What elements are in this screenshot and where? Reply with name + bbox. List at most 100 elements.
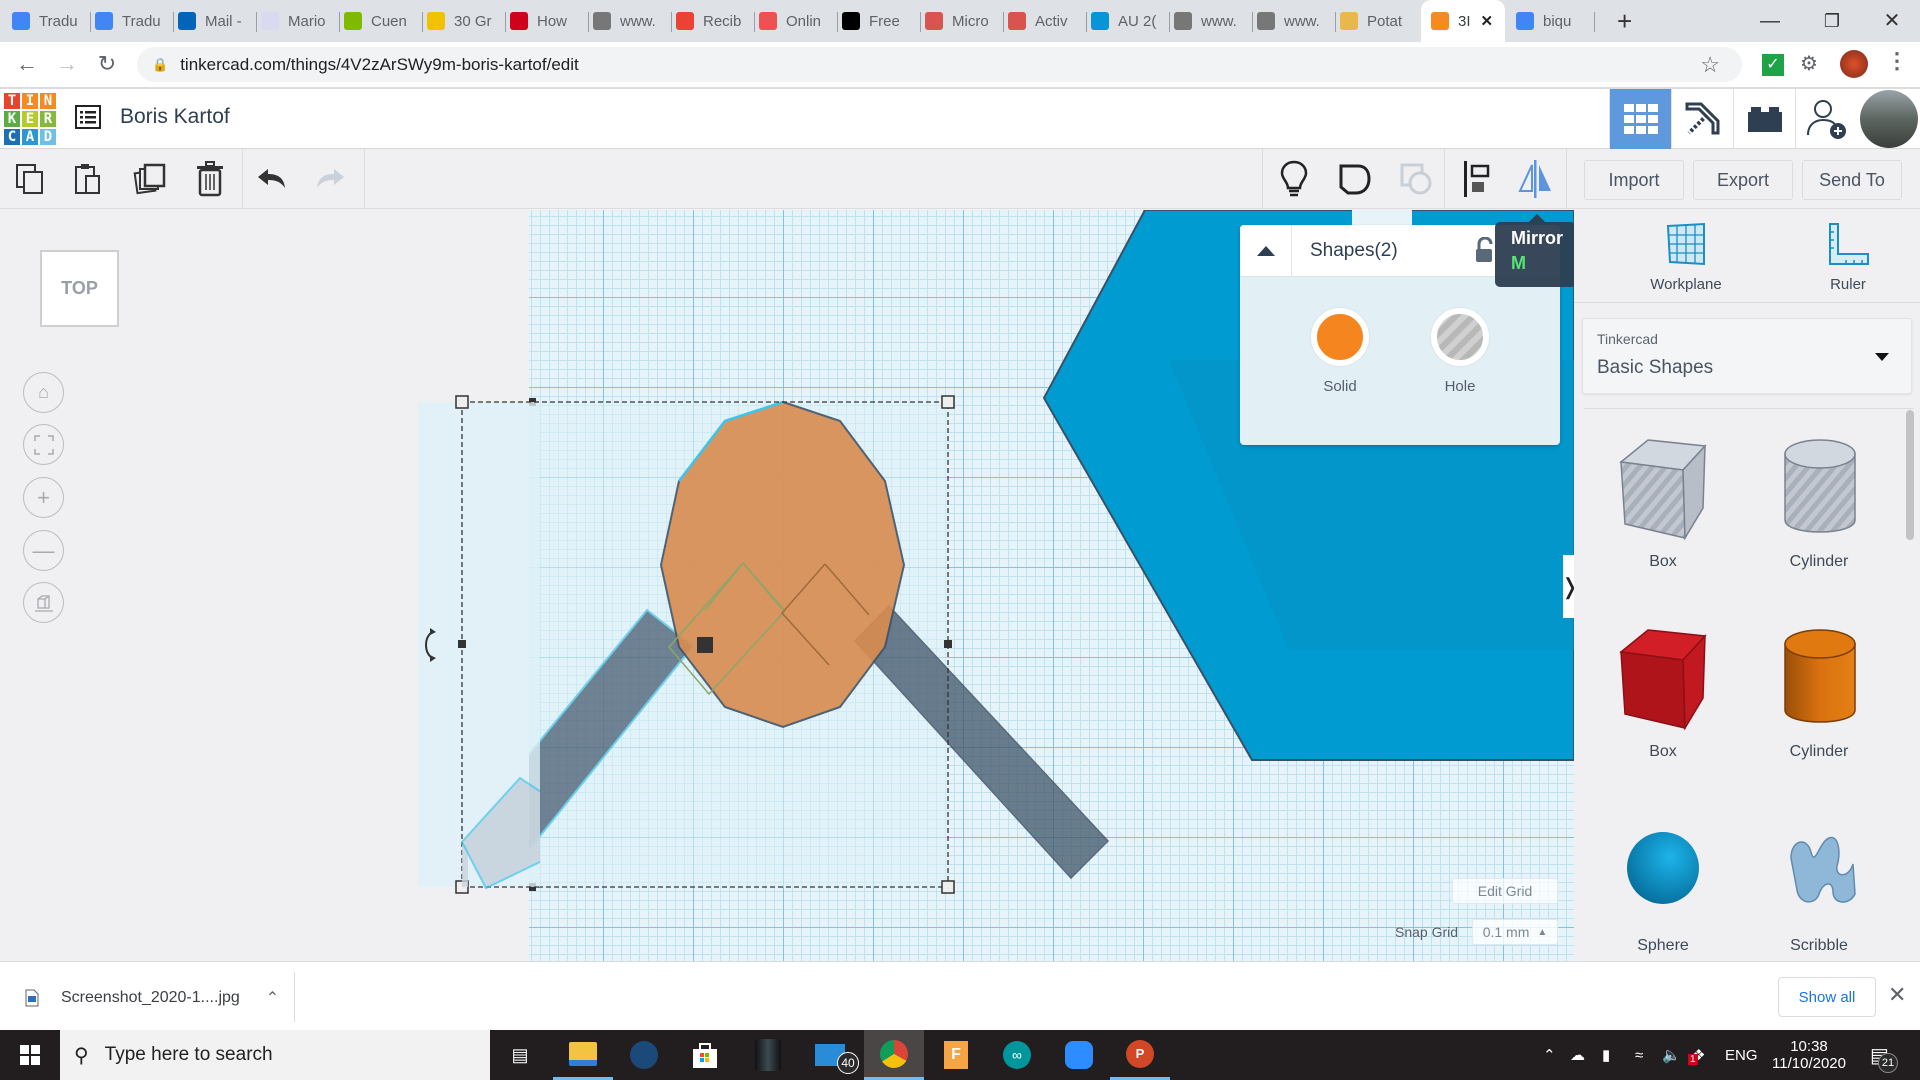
shape-cylinder-solid[interactable]: Cylinder (1754, 622, 1884, 761)
download-item[interactable]: Screenshot_2020-1....jpg ⌃ (25, 988, 279, 1008)
browser-tab[interactable]: www. (1257, 8, 1331, 34)
resize-handle-top-right[interactable] (941, 395, 955, 409)
forward-button[interactable]: → (52, 50, 82, 80)
design-title[interactable]: Boris Kartof (120, 105, 230, 129)
browser-profile-avatar[interactable] (1840, 50, 1868, 78)
redo-button[interactable] (310, 159, 350, 199)
solid-color-swatch[interactable] (1311, 308, 1369, 366)
browser-tab[interactable]: Micro (925, 8, 999, 34)
resize-handle-top-left[interactable] (455, 395, 469, 409)
paste-button[interactable] (68, 159, 108, 199)
browser-tab[interactable]: biqu (1516, 8, 1590, 34)
resize-handle-left[interactable] (458, 640, 466, 648)
browser-tab[interactable]: www. (1174, 8, 1248, 34)
ruler-tool[interactable]: Ruler (1788, 222, 1908, 293)
mail-button[interactable]: 40 (800, 1030, 860, 1080)
browser-tab[interactable]: Free (842, 8, 916, 34)
profile-avatar[interactable] (1860, 90, 1918, 148)
onedrive-icon[interactable]: ☁ (1570, 1030, 1585, 1080)
shape-box-solid[interactable]: Box (1598, 622, 1728, 761)
clock[interactable]: 10:38 11/10/2020 (1769, 1030, 1849, 1080)
browser-tab[interactable]: 30 Gr (427, 8, 501, 34)
new-tab-button[interactable]: + (1617, 8, 1632, 34)
send-to-button[interactable]: Send To (1802, 160, 1902, 200)
resize-handle-bottom-right[interactable] (941, 880, 955, 894)
perspective-button[interactable] (23, 582, 64, 623)
unlock-icon[interactable] (1475, 237, 1493, 263)
browser-tab[interactable]: Tradu (95, 8, 169, 34)
show-all-downloads-button[interactable]: Show all (1778, 977, 1876, 1017)
close-download-bar-icon[interactable]: ✕ (1888, 982, 1906, 1008)
tinkercad-logo[interactable]: TINKERCAD (3, 92, 57, 146)
shape-sphere[interactable]: Sphere (1598, 818, 1728, 955)
dropbox-icon[interactable]: ❖ 1 (1688, 1030, 1705, 1080)
close-window-button[interactable]: ✕ (1872, 6, 1912, 36)
url-bar[interactable]: 🔒 tinkercad.com/things/4V2zArSWy9m-boris… (137, 47, 1742, 82)
align-button[interactable] (1457, 159, 1497, 199)
language-indicator[interactable]: ENG (1725, 1030, 1758, 1080)
snap-grid-select[interactable]: 0.1 mm ▲ (1472, 919, 1558, 945)
bricks-view-button[interactable] (1733, 89, 1795, 149)
browser-tab[interactable]: AU 2( (1091, 8, 1165, 34)
browser-tab[interactable]: Potat (1340, 8, 1414, 34)
resize-handle-right[interactable] (944, 640, 952, 648)
arduino-button[interactable]: ∞ (987, 1030, 1047, 1080)
extension-check-icon[interactable]: ✓ (1762, 54, 1784, 76)
zoom-out-button[interactable]: — (23, 530, 64, 571)
taskbar-search-box[interactable]: ⚲ Type here to search (60, 1030, 490, 1080)
browser-tab[interactable]: Cuen (344, 8, 418, 34)
task-view-button[interactable]: ▤ (490, 1030, 550, 1080)
browser-tab[interactable]: Mario (261, 8, 335, 34)
browser-tab[interactable]: Activ (1008, 8, 1082, 34)
zoom-in-button[interactable]: + (23, 477, 64, 518)
undo-button[interactable] (252, 159, 292, 199)
browser-tab[interactable]: Tradu (12, 8, 86, 34)
start-button[interactable] (0, 1030, 60, 1080)
hide-button[interactable] (1396, 159, 1436, 199)
shape-scribble[interactable]: Scribble (1754, 818, 1884, 955)
action-center-button[interactable]: ▤21 (1870, 1030, 1898, 1080)
zoom-app-button[interactable] (1049, 1030, 1109, 1080)
predator-sense-button[interactable] (738, 1030, 798, 1080)
chevron-up-icon[interactable]: ⌃ (266, 988, 279, 1008)
grid-view-button[interactable] (1609, 89, 1671, 149)
shape-library-dropdown[interactable]: Tinkercad Basic Shapes (1582, 318, 1912, 394)
extensions-puzzle-icon[interactable]: ⚙ (1800, 51, 1818, 76)
browser-tab[interactable]: How (510, 8, 584, 34)
minecraft-view-button[interactable] (1671, 89, 1733, 149)
volume-icon[interactable]: 🔈 (1662, 1030, 1681, 1080)
browser-tab[interactable]: Recib (676, 8, 750, 34)
browser-tab[interactable]: 3I ✕ (1421, 0, 1505, 42)
library-scrollbar[interactable] (1906, 410, 1914, 540)
battery-icon[interactable]: ▮ (1602, 1030, 1610, 1080)
close-tab-icon[interactable]: ✕ (1481, 12, 1494, 30)
height-handle[interactable] (697, 637, 713, 653)
import-button[interactable]: Import (1584, 160, 1684, 200)
browser-tab[interactable]: Mail - (178, 8, 252, 34)
reload-button[interactable]: ↻ (92, 50, 122, 80)
mirror-button[interactable] (1515, 159, 1555, 199)
store-button[interactable] (675, 1030, 735, 1080)
invite-user-button[interactable] (1795, 89, 1857, 149)
show-all-button[interactable] (1335, 159, 1375, 199)
fit-view-button[interactable] (23, 424, 64, 465)
file-explorer-button[interactable] (553, 1030, 613, 1080)
shape-cylinder-hole[interactable]: Cylinder (1754, 432, 1884, 571)
hole-swatch[interactable] (1431, 308, 1489, 366)
copy-button[interactable] (10, 159, 50, 199)
show-hidden-icons[interactable]: ⌃ (1543, 1030, 1556, 1080)
wifi-icon[interactable]: ≈ (1635, 1030, 1643, 1080)
browser-tab[interactable]: Onlin (759, 8, 833, 34)
steam-button[interactable] (614, 1030, 674, 1080)
export-button[interactable]: Export (1693, 160, 1793, 200)
notes-button[interactable] (1274, 159, 1314, 199)
minimize-button[interactable]: — (1750, 6, 1790, 36)
chrome-button[interactable] (864, 1030, 924, 1080)
fusion360-button[interactable]: F (926, 1030, 986, 1080)
delete-button[interactable] (190, 159, 230, 199)
collapse-panel-button[interactable] (1240, 224, 1292, 277)
bookmark-star-icon[interactable]: ☆ (1700, 52, 1720, 78)
design-list-icon[interactable] (74, 103, 102, 131)
edit-grid-button[interactable]: Edit Grid (1452, 878, 1558, 904)
workplane-tool[interactable]: Workplane (1626, 222, 1746, 293)
